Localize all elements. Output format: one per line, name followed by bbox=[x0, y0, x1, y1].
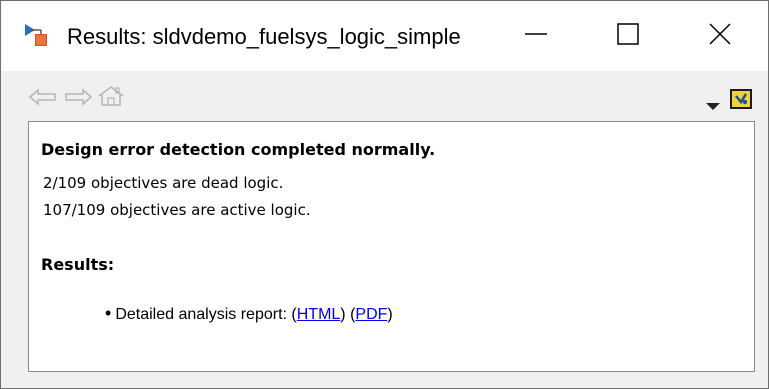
window-title: Results: sldvdemo_fuelsys_logic_simple bbox=[67, 24, 461, 49]
results-heading: Results: bbox=[41, 255, 115, 274]
forward-arrow-icon[interactable] bbox=[63, 88, 93, 111]
back-arrow-icon[interactable] bbox=[28, 88, 58, 111]
bullet: • bbox=[105, 303, 112, 323]
close-button[interactable] bbox=[674, 1, 766, 71]
dropdown-arrow-icon[interactable] bbox=[706, 98, 720, 116]
report-middle-text: ) ( bbox=[340, 306, 356, 323]
report-prefix-text: Detailed analysis report: ( bbox=[115, 306, 297, 323]
title-bar[interactable]: Results: sldvdemo_fuelsys_logic_simple bbox=[1, 1, 768, 71]
pdf-report-link[interactable]: PDF bbox=[355, 306, 387, 323]
toolbar bbox=[1, 71, 768, 121]
maximize-icon bbox=[617, 22, 639, 50]
maximize-button[interactable] bbox=[582, 1, 674, 71]
report-suffix-text: ) bbox=[387, 306, 393, 323]
status-heading: Design error detection completed normall… bbox=[41, 140, 436, 159]
minimize-button[interactable] bbox=[490, 1, 582, 71]
dead-logic-summary: 2/109 objectives are dead logic. bbox=[43, 174, 284, 192]
active-logic-summary: 107/109 objectives are active logic. bbox=[43, 201, 311, 219]
help-icon[interactable] bbox=[729, 88, 753, 115]
simulink-results-icon bbox=[23, 23, 53, 49]
minimize-icon bbox=[524, 22, 548, 51]
home-icon[interactable] bbox=[97, 85, 125, 112]
results-panel: Design error detection completed normall… bbox=[28, 121, 755, 372]
results-window: Results: sldvdemo_fuelsys_logic_simple D… bbox=[0, 0, 769, 389]
close-icon bbox=[709, 22, 731, 50]
html-report-link[interactable]: HTML bbox=[297, 306, 341, 323]
report-list-item: • Detailed analysis report: (HTML) (PDF) bbox=[105, 303, 393, 324]
